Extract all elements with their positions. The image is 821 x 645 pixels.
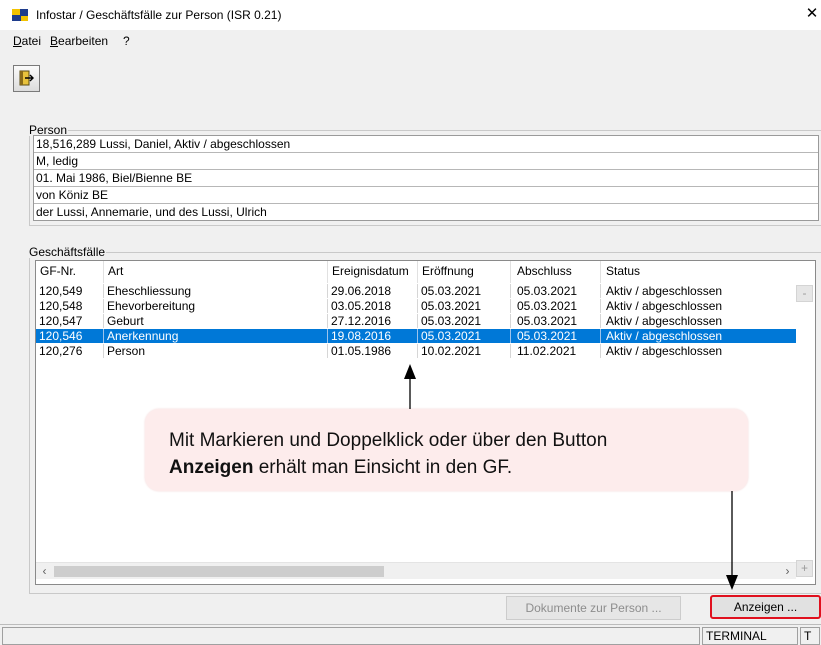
annotation-callout: Mit Markieren und Doppelklick oder über … xyxy=(145,409,748,491)
cell-status: Aktiv / abgeschlossen xyxy=(606,329,723,343)
cell-art: Person xyxy=(104,344,328,358)
column-header-ereignisdatum[interactable]: Ereignisdatum xyxy=(328,261,418,283)
close-icon[interactable]: ✕ xyxy=(803,4,821,24)
window-title: Infostar / Geschäftsfälle zur Person (IS… xyxy=(36,8,282,22)
cell-gf-nr: 120,276 xyxy=(36,344,104,358)
column-header-status[interactable]: Status xyxy=(601,261,796,283)
cell-eroeffnung: 05.03.2021 xyxy=(418,314,511,328)
cell-art: Eheschliessung xyxy=(104,284,328,298)
table-row[interactable]: 120,548 Ehevorbereitung 03.05.2018 05.03.20… xyxy=(36,299,796,313)
menu-help[interactable]: ? xyxy=(123,34,130,48)
cell-eroeffnung: 05.03.2021 xyxy=(418,329,511,343)
person-row-birth: 01. Mai 1986, Biel/Bienne BE xyxy=(34,170,818,187)
table-row[interactable]: 120,549 Eheschliessung 29.06.2018 05.03.202… xyxy=(36,284,796,298)
app-icon xyxy=(12,9,28,21)
cell-ereignisdatum: 03.05.2018 xyxy=(328,299,418,313)
status-right: T xyxy=(800,627,820,645)
documents-to-person-button[interactable]: Dokumente zur Person ... xyxy=(506,596,681,620)
cell-status: Aktiv / abgeschlossen xyxy=(606,299,723,313)
expand-button[interactable]: + xyxy=(796,560,813,577)
cell-eroeffnung: 05.03.2021 xyxy=(418,284,511,298)
person-row-id: 18,516,289 Lussi, Daniel, Aktiv / abgesc… xyxy=(34,136,818,153)
horizontal-scrollbar[interactable]: ‹ › xyxy=(36,562,796,579)
status-bar: TERMINAL T xyxy=(0,624,821,645)
cell-art: Ehevorbereitung xyxy=(104,299,328,313)
cell-abschluss: 05.03.2021 xyxy=(511,299,601,313)
show-button[interactable]: Anzeigen ... xyxy=(710,595,821,619)
person-row-parents: der Lussi, Annemarie, und des Lussi, Ulr… xyxy=(36,205,267,219)
cell-gf-nr: 120,549 xyxy=(36,284,104,298)
person-row-sex: M, ledig xyxy=(34,153,818,170)
table-row[interactable]: 120,547 Geburt 27.12.2016 05.03.2021 05.03.2… xyxy=(36,314,796,328)
cell-abschluss: 05.03.2021 xyxy=(511,284,601,298)
cell-status: Aktiv / abgeschlossen xyxy=(606,284,723,298)
table-row[interactable]: 120,546 Anerkennung 19.08.2016 05.03.2021 05… xyxy=(36,329,796,343)
menu-bearbeiten[interactable]: Bearbeiten xyxy=(50,34,108,48)
cell-status: Aktiv / abgeschlossen xyxy=(606,314,723,328)
person-details: 18,516,289 Lussi, Daniel, Aktiv / abgesc… xyxy=(33,135,819,221)
cell-abschluss: 05.03.2021 xyxy=(511,314,601,328)
exit-door-icon xyxy=(19,70,34,86)
cell-art: Anerkennung xyxy=(104,329,328,343)
annotation-line-1: Mit Markieren und Doppelklick oder über … xyxy=(169,430,608,451)
cell-gf-nr: 120,546 xyxy=(36,329,104,343)
scroll-right-icon[interactable]: › xyxy=(779,563,796,580)
cell-art: Geburt xyxy=(104,314,328,328)
cases-group-label: Geschäftsfälle xyxy=(28,245,107,259)
table-row[interactable]: 120,276 Person 01.05.1986 10.02.2021 11.02.2… xyxy=(36,344,796,358)
cell-gf-nr: 120,547 xyxy=(36,314,104,328)
cell-abschluss: 05.03.2021 xyxy=(511,329,601,343)
cell-ereignisdatum: 29.06.2018 xyxy=(328,284,418,298)
cell-ereignisdatum: 01.05.1986 xyxy=(328,344,418,358)
cell-abschluss: 11.02.2021 xyxy=(511,344,601,358)
scroll-left-icon[interactable]: ‹ xyxy=(36,563,53,580)
person-row-origin: von Köniz BE xyxy=(34,187,818,204)
menu-datei[interactable]: Datei xyxy=(13,34,41,48)
status-terminal: TERMINAL xyxy=(702,627,798,645)
cell-ereignisdatum: 27.12.2016 xyxy=(328,314,418,328)
status-pane-main xyxy=(2,627,700,645)
cell-status: Aktiv / abgeschlossen xyxy=(606,344,723,358)
cell-eroeffnung: 10.02.2021 xyxy=(418,344,511,358)
column-header-art[interactable]: Art xyxy=(104,261,328,283)
column-header-abschluss[interactable]: Abschluss xyxy=(511,261,601,283)
column-header-gf-nr[interactable]: GF-Nr. xyxy=(36,261,104,283)
cell-eroeffnung: 05.03.2021 xyxy=(418,299,511,313)
column-header-eroeffnung[interactable]: Eröffnung xyxy=(418,261,511,283)
annotation-line-2: Anzeigen erhält man Einsicht in den GF. xyxy=(169,454,748,481)
annotation-line-2-rest: erhält man Einsicht in den GF. xyxy=(253,457,513,478)
scrollbar-thumb[interactable] xyxy=(54,566,384,577)
cell-gf-nr: 120,548 xyxy=(36,299,104,313)
annotation-bold-anzeigen: Anzeigen xyxy=(169,457,254,478)
exit-button[interactable] xyxy=(13,65,40,92)
collapse-button[interactable]: - xyxy=(796,285,813,302)
cell-ereignisdatum: 19.08.2016 xyxy=(328,329,418,343)
